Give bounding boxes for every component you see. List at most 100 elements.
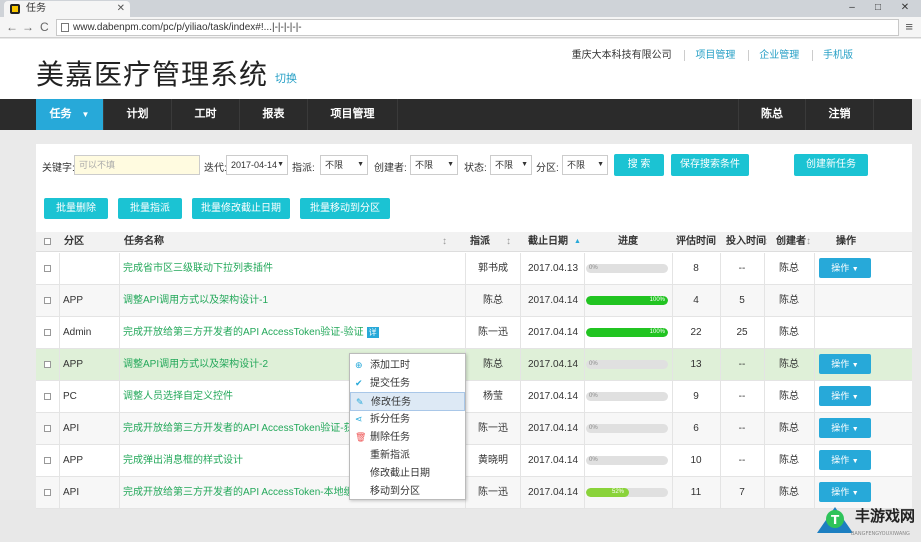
context-menu-item[interactable]: 重新指派 xyxy=(350,446,465,465)
col-deadline[interactable]: 截止日期 xyxy=(528,232,568,252)
batch-delete-button[interactable]: 批量删除 xyxy=(44,198,108,219)
task-name-text: 完成开放给第三方开发者的API AccessToken验证-获取API xyxy=(123,423,380,434)
creator-select[interactable]: 不限 ▼ xyxy=(410,155,458,175)
context-menu-item[interactable]: 🗑 删除任务 xyxy=(350,428,465,447)
sort-icon[interactable]: ↕ xyxy=(806,232,811,252)
task-name-text: 完成省市区三级联动下拉列表插件 xyxy=(123,263,273,274)
cell-assign: 杨莹 xyxy=(483,391,503,402)
context-menu-item[interactable]: ✔ 提交任务 xyxy=(350,374,465,393)
progress-label: 52% xyxy=(612,489,625,495)
table-row[interactable]: APP 调整API调用方式以及架构设计-1 陈总 2017.04.14 100% 4 5 陈总 xyxy=(36,285,912,317)
table-row[interactable]: 完成省市区三级联动下拉列表插件 郭书成 2017.04.13 0% 8 -- 陈总 操作 ▼ xyxy=(36,253,912,285)
col-spent[interactable]: 投入时间 xyxy=(726,232,766,252)
caret-down-icon: ▼ xyxy=(851,266,859,273)
col-progress[interactable]: 进度 xyxy=(618,232,638,252)
cell-deadline: 2017.04.14 xyxy=(527,359,579,370)
link-project-manage[interactable]: 项目管理 xyxy=(684,50,746,61)
nav-project-manage[interactable]: 项目管理 xyxy=(308,99,398,130)
cell-estimate: 9 xyxy=(693,391,699,402)
batch-change-date-button[interactable]: 批量修改截止日期 xyxy=(192,198,290,219)
col-estimate[interactable]: 评估时间 xyxy=(676,232,716,252)
table-row[interactable]: APP 调整API调用方式以及架构设计-2 陈总 2017.04.14 0% 13 -- 陈总… xyxy=(36,349,912,381)
task-name-link[interactable]: 完成开放给第三方开发者的API AccessToken验证-验证详 xyxy=(123,317,465,349)
keyword-input[interactable]: 可以不填 xyxy=(74,155,200,175)
context-menu-item[interactable]: ⊕ 添加工时 xyxy=(350,356,465,375)
nav-report[interactable]: 报表 xyxy=(240,99,308,130)
table-row[interactable]: PC 调整人员选择自定义控件 杨莹 2017.04.14 0% 9 -- 陈总 操作 ▼ xyxy=(36,381,912,413)
row-action-button[interactable]: 操作 ▼ xyxy=(819,450,871,470)
context-menu-item[interactable]: ✎ 修改任务 xyxy=(350,392,465,411)
row-action-button[interactable]: 操作 ▼ xyxy=(819,386,871,406)
main-nav: 任务 ▼ 计划 工时 报表 项目管理 陈总 注销 xyxy=(0,99,912,130)
submit-icon: ✔ xyxy=(355,378,363,388)
sort-icon[interactable]: ↕ xyxy=(763,232,768,252)
table-row[interactable]: Admin 完成开放给第三方开发者的API AccessToken验证-验证详 陈一… xyxy=(36,317,912,349)
row-checkbox[interactable] xyxy=(44,329,51,336)
select-all-checkbox[interactable] xyxy=(44,238,51,245)
context-menu-item[interactable]: 修改截止日期 xyxy=(350,464,465,483)
chevron-down-icon: ▼ xyxy=(357,161,364,168)
iteration-select[interactable]: 2017-04-14 ▼ xyxy=(226,155,288,175)
forward-icon[interactable]: → xyxy=(22,19,34,35)
assign-select[interactable]: 不限 ▼ xyxy=(320,155,368,175)
progress-label: 0% xyxy=(589,265,598,271)
table-row[interactable]: API完成开放给第三方开发者的API AccessToken-本地缓存详陈一迅2… xyxy=(36,477,912,509)
row-checkbox[interactable] xyxy=(44,489,51,496)
nav-plan[interactable]: 计划 xyxy=(104,99,172,130)
context-menu-label: 重新指派 xyxy=(370,450,410,461)
table-row[interactable]: APP 完成弹出消息框的样式设计 黄晓明 2017.04.14 0% 10 -- 陈总 操作 ▼ xyxy=(36,445,912,477)
batch-assign-button[interactable]: 批量指派 xyxy=(118,198,182,219)
save-search-button[interactable]: 保存搜索条件 xyxy=(671,154,749,176)
row-checkbox[interactable] xyxy=(44,425,51,432)
row-action-button[interactable]: 操作 ▼ xyxy=(819,258,871,278)
cell-spent: -- xyxy=(738,263,746,274)
sort-icon[interactable]: ↕ xyxy=(442,232,447,252)
row-checkbox[interactable] xyxy=(44,393,51,400)
task-name-link[interactable]: 调整API调用方式以及架构设计-1 xyxy=(123,285,465,317)
status-select[interactable]: 不限 ▼ xyxy=(490,155,532,175)
create-task-button[interactable]: 创建新任务 xyxy=(794,154,868,176)
partition-select[interactable]: 不限 ▼ xyxy=(562,155,608,175)
switch-link[interactable]: 切换 xyxy=(275,70,297,86)
reload-icon[interactable]: C xyxy=(40,19,49,35)
nav-worktime[interactable]: 工时 xyxy=(172,99,240,130)
task-panel: 关键字: 可以不填 迭代: 2017-04-14 ▼ 指派: 不限 ▼ 创建者: 不… xyxy=(36,144,912,509)
col-task-name[interactable]: 任务名称 xyxy=(124,232,164,252)
sort-icon[interactable]: ↕ xyxy=(506,232,511,252)
back-icon[interactable]: ← xyxy=(6,19,18,35)
row-checkbox[interactable] xyxy=(44,457,51,464)
browser-menu-icon[interactable]: ≡ xyxy=(905,19,913,34)
row-action-button[interactable]: 操作 ▼ xyxy=(819,354,871,374)
detail-badge[interactable]: 详 xyxy=(366,326,379,338)
url-input[interactable]: www.dabenpm.com/pc/p/yiliao/task/index#!… xyxy=(56,19,899,36)
cell-creator: 陈总 xyxy=(779,391,799,402)
tab-close-icon[interactable]: ✕ xyxy=(117,1,125,17)
window-close-button[interactable]: ✕ xyxy=(893,0,917,16)
cell-partition: API xyxy=(63,423,80,434)
cell-spent: 25 xyxy=(736,327,748,338)
row-checkbox[interactable] xyxy=(44,361,51,368)
context-menu-item[interactable]: 移动到分区 xyxy=(350,482,465,501)
col-assign[interactable]: 指派 xyxy=(470,232,490,252)
row-action-button[interactable]: 操作 ▼ xyxy=(819,418,871,438)
table-row[interactable]: API 完成开放给第三方开发者的API AccessToken验证-获取API 陈一… xyxy=(36,413,912,445)
row-checkbox[interactable] xyxy=(44,297,51,304)
col-creator[interactable]: 创建者 xyxy=(776,232,806,252)
context-menu-item[interactable]: ⋖ 拆分任务 xyxy=(350,410,465,429)
progress-label: 0% xyxy=(589,457,598,463)
col-partition[interactable]: 分区 xyxy=(64,232,84,252)
search-button[interactable]: 搜 索 xyxy=(614,154,664,176)
sort-up-icon[interactable]: ▲ xyxy=(574,232,581,252)
browser-tab[interactable]: 任务 ✕ xyxy=(4,1,130,17)
batch-move-button[interactable]: 批量移动到分区 xyxy=(300,198,390,219)
maximize-button[interactable]: □ xyxy=(866,0,890,16)
nav-task[interactable]: 任务 ▼ xyxy=(36,99,104,130)
cell-deadline: 2017.04.14 xyxy=(527,391,579,402)
task-name-link[interactable]: 完成省市区三级联动下拉列表插件 xyxy=(123,253,465,285)
nav-user[interactable]: 陈总 xyxy=(738,99,806,130)
link-mobile[interactable]: 手机版 xyxy=(812,50,863,61)
minimize-button[interactable]: – xyxy=(840,0,864,16)
link-enterprise-manage[interactable]: 企业管理 xyxy=(748,50,810,61)
row-checkbox[interactable] xyxy=(44,265,51,272)
nav-logout[interactable]: 注销 xyxy=(806,99,874,130)
